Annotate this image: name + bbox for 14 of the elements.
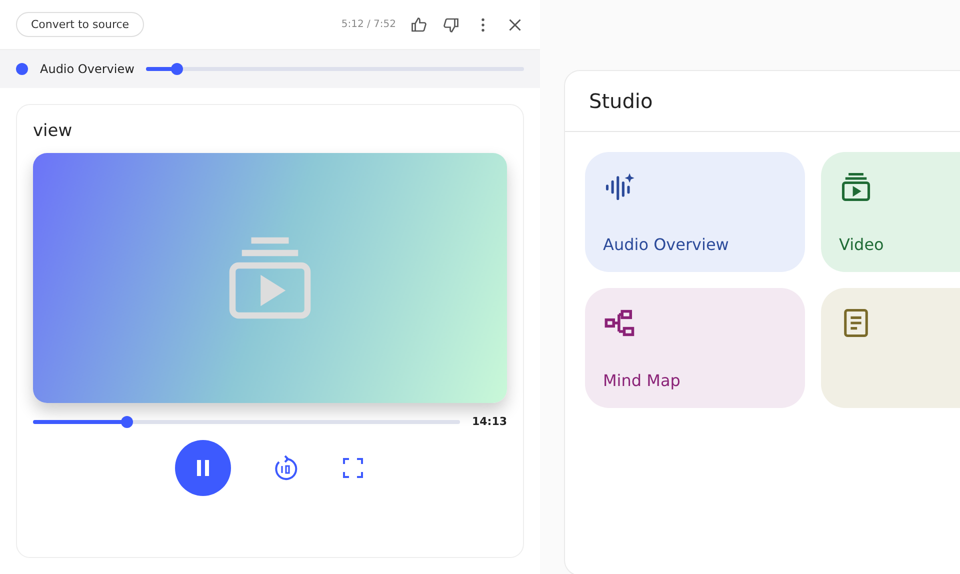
playback-time: 5:12 / 7:52 (341, 19, 396, 30)
fullscreen-icon[interactable] (341, 456, 365, 480)
video-stack-icon (839, 170, 873, 204)
panel-heading: view (33, 121, 74, 141)
duration-label: 14:13 (472, 415, 507, 428)
thumbs-up-icon[interactable] (410, 16, 428, 34)
audio-overview-label: Audio Overview (40, 62, 134, 76)
thumbs-down-icon[interactable] (442, 16, 460, 34)
convert-to-source-button[interactable]: Convert to source (16, 12, 144, 37)
studio-title: Studio (565, 71, 960, 132)
studio-card[interactable]: Mind Map (585, 288, 805, 408)
audio-indicator-icon (16, 63, 28, 75)
studio-card[interactable]: Audio Overview (585, 152, 805, 272)
studio-card[interactable]: Video (821, 152, 960, 272)
